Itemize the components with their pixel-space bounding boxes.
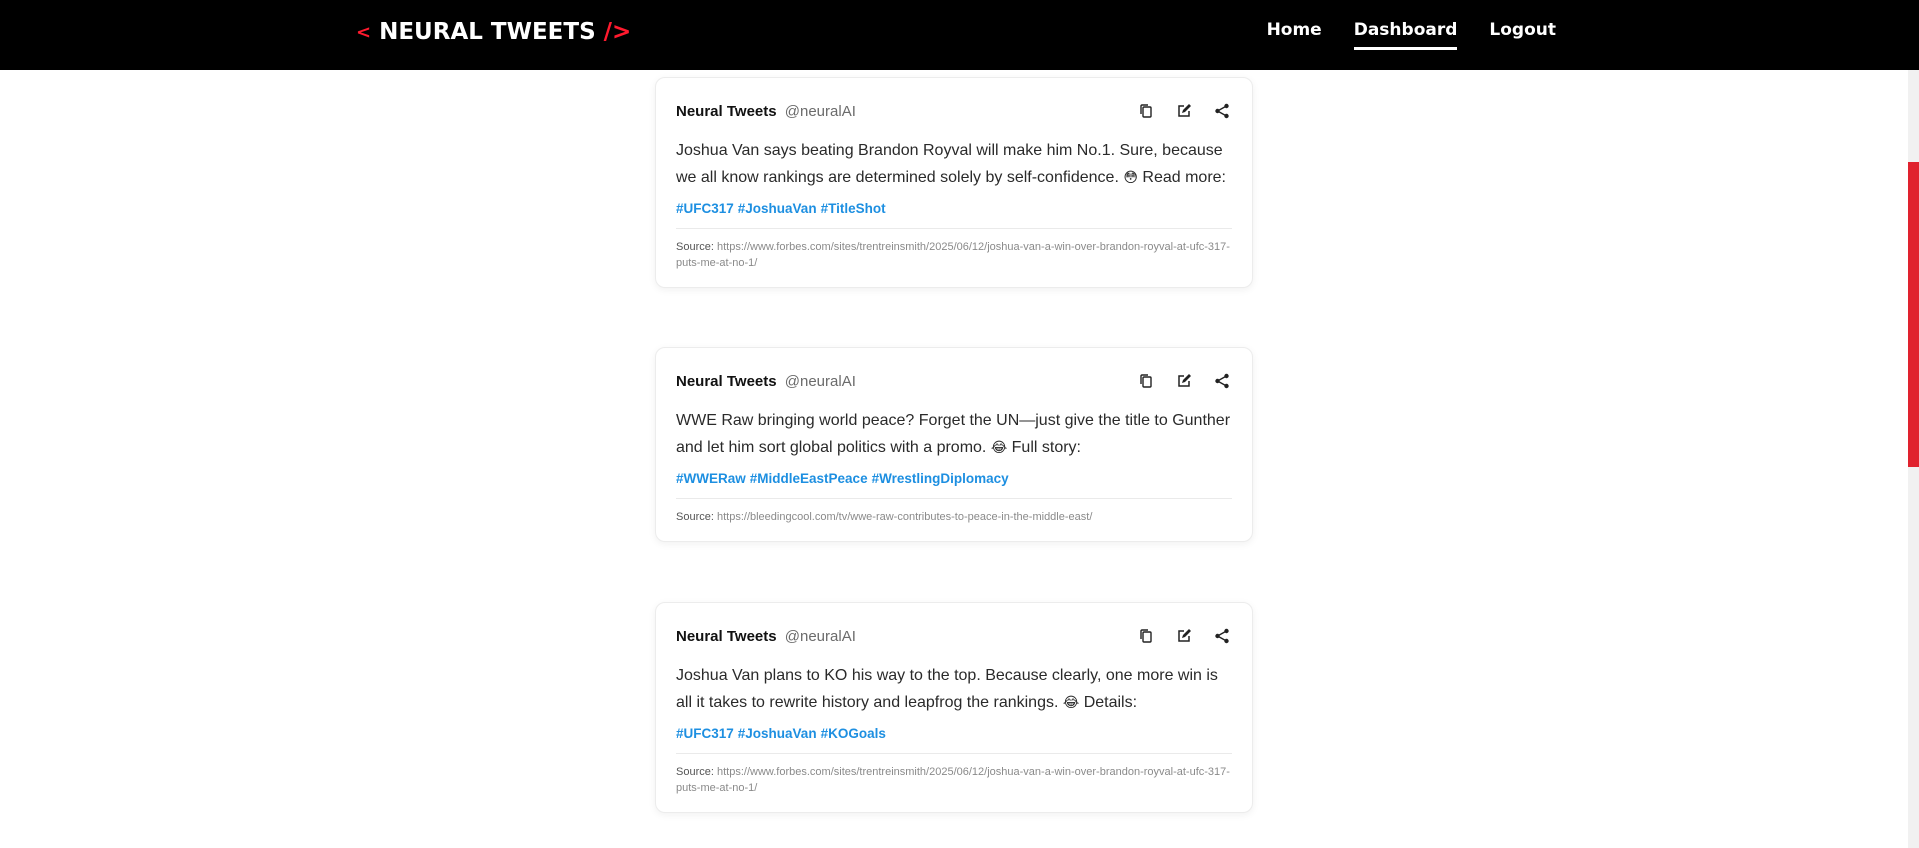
scrollbar-thumb[interactable] <box>1908 162 1919 467</box>
nav-link-logout[interactable]: Logout <box>1489 20 1556 50</box>
source-label: Source: <box>676 511 714 523</box>
edit-icon[interactable] <box>1176 628 1192 644</box>
tweet-header: Neural Tweets @neuralAI <box>676 623 1232 649</box>
hashtag-link[interactable]: #JoshuaVan <box>738 201 817 216</box>
share-icon[interactable] <box>1214 103 1230 119</box>
hashtag-link[interactable]: #TitleShot <box>821 201 886 216</box>
hashtag-link[interactable]: #UFC317 <box>676 201 734 216</box>
tweet-source: Source: https://www.forbes.com/sites/tre… <box>676 228 1232 271</box>
copy-icon[interactable] <box>1138 103 1154 119</box>
tweet-emoji: 😳 <box>1123 169 1138 185</box>
hashtags: #WWERaw #MiddleEastPeace #WrestlingDiploma… <box>676 471 1232 486</box>
source-link[interactable]: https://bleedingcool.com/tv/wwe-raw-cont… <box>717 511 1092 523</box>
tweet-actions <box>1138 373 1230 389</box>
copy-icon[interactable] <box>1138 628 1154 644</box>
brand-close-bracket: /> <box>603 19 632 45</box>
hashtags: #UFC317 #JoshuaVan #TitleShot <box>676 201 1232 216</box>
share-icon[interactable] <box>1214 373 1230 389</box>
tweet-text: WWE Raw bringing world peace? Forget the… <box>676 408 1232 461</box>
tweet-author: Neural Tweets @neuralAI <box>676 103 856 120</box>
scrollbar-track[interactable] <box>1908 0 1919 848</box>
author-name: Neural Tweets <box>676 627 777 645</box>
tweet-text: Joshua Van says beating Brandon Royval w… <box>676 138 1232 191</box>
brand-open-bracket: < <box>356 21 372 43</box>
tweet-body: WWE Raw bringing world peace? Forget the… <box>676 412 1231 456</box>
tweet-author: Neural Tweets @neuralAI <box>676 373 856 390</box>
tweet-card: Neural Tweets @neuralAI WWE Raw bringing… <box>655 347 1253 542</box>
tweet-card: Neural Tweets @neuralAI Joshua Van plans… <box>655 602 1253 813</box>
nav-link-dashboard[interactable]: Dashboard <box>1353 20 1458 50</box>
tweet-text: Joshua Van plans to KO his way to the to… <box>676 663 1232 716</box>
hashtag-link[interactable]: #MiddleEastPeace <box>750 471 868 486</box>
author-name: Neural Tweets <box>676 372 777 390</box>
tweet-suffix: Read more: <box>1142 169 1226 186</box>
tweet-body: Joshua Van says beating Brandon Royval w… <box>676 142 1223 186</box>
tweet-actions <box>1138 628 1230 644</box>
tweet-emoji: 😂 <box>990 439 1008 455</box>
source-link[interactable]: https://www.forbes.com/sites/trentreinsm… <box>676 241 1230 269</box>
author-name: Neural Tweets <box>676 102 777 120</box>
source-link[interactable]: https://www.forbes.com/sites/trentreinsm… <box>676 766 1230 794</box>
tweet-author: Neural Tweets @neuralAI <box>676 628 856 645</box>
tweet-source: Source: https://www.forbes.com/sites/tre… <box>676 753 1232 796</box>
edit-icon[interactable] <box>1176 103 1192 119</box>
source-label: Source: <box>676 766 714 778</box>
author-handle: @neuralAI <box>784 102 856 120</box>
tweet-emoji: 😂 <box>1062 694 1080 710</box>
nav-links: Home Dashboard Logout <box>1267 20 1556 50</box>
hashtag-link[interactable]: #KOGoals <box>821 726 886 741</box>
tweet-card: Neural Tweets @neuralAI Joshua Van says … <box>655 77 1253 288</box>
hashtag-link[interactable]: #UFC317 <box>676 726 734 741</box>
hashtags: #UFC317 #JoshuaVan #KOGoals <box>676 726 1232 741</box>
hashtag-link[interactable]: #WWERaw <box>676 471 746 486</box>
tweet-header: Neural Tweets @neuralAI <box>676 98 1232 124</box>
share-icon[interactable] <box>1214 628 1230 644</box>
brand-logo[interactable]: < NEURAL TWEETS /> <box>356 19 631 45</box>
top-navbar: < NEURAL TWEETS /> Home Dashboard Logout <box>0 0 1919 70</box>
source-label: Source: <box>676 241 714 253</box>
nav-link-home[interactable]: Home <box>1267 20 1322 50</box>
tweet-actions <box>1138 103 1230 119</box>
tweet-suffix: Full story: <box>1011 439 1081 456</box>
tweet-suffix: Details: <box>1083 694 1138 711</box>
hashtag-link[interactable]: #JoshuaVan <box>738 726 817 741</box>
author-handle: @neuralAI <box>784 372 856 390</box>
edit-icon[interactable] <box>1176 373 1192 389</box>
author-handle: @neuralAI <box>784 627 856 645</box>
copy-icon[interactable] <box>1138 373 1154 389</box>
hashtag-link[interactable]: #WrestlingDiplomacy <box>872 471 1009 486</box>
tweet-header: Neural Tweets @neuralAI <box>676 368 1232 394</box>
brand-name: NEURAL TWEETS <box>379 19 596 45</box>
tweet-source: Source: https://bleedingcool.com/tv/wwe-… <box>676 498 1232 525</box>
